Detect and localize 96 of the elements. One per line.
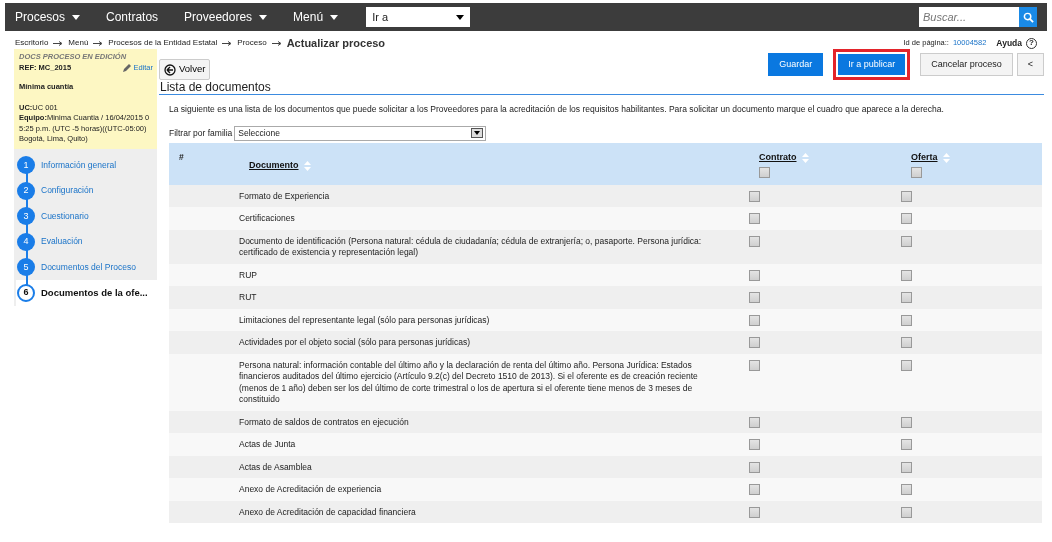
checkbox[interactable] xyxy=(749,461,760,473)
step-number: 1 xyxy=(17,156,35,175)
menu-item[interactable]: Menú xyxy=(293,8,339,26)
checkbox[interactable] xyxy=(901,213,912,225)
step-label: Documentos de la ofe... xyxy=(41,285,148,300)
arrow-icon xyxy=(222,40,233,46)
search-button[interactable] xyxy=(1019,7,1037,27)
step-number: 4 xyxy=(17,232,35,251)
action-button[interactable]: Ir a publicar xyxy=(833,49,911,80)
breadcrumb-link[interactable]: Escritorio xyxy=(15,37,49,49)
document-name: Certificaciones xyxy=(239,213,295,224)
checkbox[interactable] xyxy=(901,292,912,304)
checkbox[interactable] xyxy=(749,314,760,326)
checkbox[interactable] xyxy=(901,269,912,281)
checkbox[interactable] xyxy=(901,314,912,326)
document-name: Actas de Junta xyxy=(239,439,296,450)
document-name: RUP xyxy=(239,269,257,280)
checkbox[interactable] xyxy=(901,337,912,349)
step-label: Configuración xyxy=(41,184,94,198)
checkbox[interactable] xyxy=(749,416,760,428)
pencil-icon xyxy=(122,62,134,73)
arrow-icon xyxy=(271,40,282,46)
checkbox[interactable] xyxy=(901,439,912,451)
column-header[interactable]: Documento xyxy=(249,159,299,170)
step-item[interactable]: 6 Documentos de la ofe... xyxy=(16,280,157,306)
document-name: Formato de saldos de contratos en ejecución xyxy=(239,416,409,427)
step-item[interactable]: 1 Información general xyxy=(16,152,157,178)
checkbox[interactable] xyxy=(759,167,770,179)
step-number: 2 xyxy=(17,181,35,200)
document-name: Anexo de Acreditación de experiencia xyxy=(239,484,382,495)
filter-label: Filtrar por familia xyxy=(169,126,233,140)
step-label: Cuestionario xyxy=(41,209,89,223)
action-button[interactable]: < xyxy=(1016,53,1044,76)
step-number: 5 xyxy=(17,258,35,277)
checkbox[interactable] xyxy=(749,484,760,496)
checkbox[interactable] xyxy=(749,292,760,304)
sort-icon[interactable] xyxy=(303,160,311,171)
document-name: Limitaciones del representante legal (sólo para personas jurídicas) xyxy=(239,314,490,325)
help-link[interactable]: Ayuda xyxy=(996,36,1022,50)
document-name: Documento de identificación (Persona natural: cédula de ciudadanía; cédula de extranjería; o, pasaporte. Persona jurídica: certificado de existencia y representación legal) xyxy=(239,235,702,258)
checkbox[interactable] xyxy=(749,213,760,225)
checkbox[interactable] xyxy=(749,235,760,247)
intro-text: La siguiente es una lista de los documentos que puede solicitar a los Proveedores para la acreditación de los requisitos habilitantes. Para solicitar un documento marque el cuadro que aparece a la derecha. xyxy=(169,103,945,116)
checkbox[interactable] xyxy=(901,484,912,496)
sort-icon[interactable] xyxy=(942,152,950,163)
breadcrumb-link[interactable]: Menú xyxy=(68,37,89,49)
breadcrumb-link[interactable]: Procesos de la Entidad Estatal xyxy=(108,37,218,49)
filter-dropdown[interactable]: Seleccione xyxy=(234,125,487,141)
action-button[interactable]: Cancelar proceso xyxy=(920,53,1013,76)
column-header: # xyxy=(179,151,184,162)
checkbox[interactable] xyxy=(749,359,760,371)
checkbox[interactable] xyxy=(749,337,760,349)
section-title: Lista de documentos xyxy=(159,80,1044,95)
column-header[interactable]: Contrato xyxy=(759,151,797,162)
caret-icon xyxy=(456,14,465,20)
checkbox[interactable] xyxy=(901,190,912,202)
menu-item[interactable]: Proveedores xyxy=(184,8,268,26)
checkbox[interactable] xyxy=(749,269,760,281)
checkbox[interactable] xyxy=(911,167,922,179)
checkbox[interactable] xyxy=(901,506,912,518)
document-name: Persona natural: información contable del último año y la declaración de renta del último año. Persona Jurídica: Estados financieros auditados del último ejercicio (Artículo 9.2(c) del Decreto 1510 de 2013). Si el oferente es de creación reciente (menos de 1 año) deben ser los del último de corte trimestral o los de apertura si el oferente tiene menos de 3 meses de constituido xyxy=(239,359,698,405)
step-label: Documentos del Proceso xyxy=(41,260,136,274)
goto-dropdown[interactable]: Ir a xyxy=(366,7,471,27)
arrow-icon xyxy=(93,40,104,46)
checkbox[interactable] xyxy=(749,190,760,202)
step-item[interactable]: 2 Configuración xyxy=(16,178,157,204)
back-button[interactable]: Volver xyxy=(159,59,211,80)
step-number: 6 xyxy=(17,283,35,302)
document-name: Actas de Asamblea xyxy=(239,461,312,472)
column-header[interactable]: Oferta xyxy=(911,151,938,162)
step-item[interactable]: 4 Evaluación xyxy=(16,229,157,255)
step-label: Información general xyxy=(41,158,117,172)
checkbox[interactable] xyxy=(901,416,912,428)
checkbox[interactable] xyxy=(901,461,912,473)
breadcrumb-link[interactable]: Proceso xyxy=(237,37,267,49)
step-item[interactable]: 3 Cuestionario xyxy=(16,203,157,229)
menu-item[interactable]: Procesos xyxy=(15,8,81,26)
menu-item[interactable]: Contratos xyxy=(106,8,159,26)
step-number: 3 xyxy=(17,207,35,226)
search-icon xyxy=(1022,11,1034,23)
checkbox[interactable] xyxy=(749,506,760,518)
search-field[interactable]: Buscar... xyxy=(919,7,1019,27)
document-name: RUT xyxy=(239,292,257,303)
document-name: Actividades por el objeto social (sólo para personas jurídicas) xyxy=(239,337,471,348)
step-item[interactable]: 5 Documentos del Proceso xyxy=(16,254,157,280)
document-name: Anexo de Acreditación de capacidad financiera xyxy=(239,506,416,517)
arrow-icon xyxy=(53,40,64,46)
document-name: Formato de Experiencia xyxy=(239,190,330,201)
checkbox[interactable] xyxy=(901,359,912,371)
action-button[interactable]: Guardar xyxy=(768,53,824,76)
back-arrow-icon xyxy=(164,63,176,76)
checkbox[interactable] xyxy=(749,439,760,451)
page-title: Actualizar proceso xyxy=(286,35,386,51)
sort-icon[interactable] xyxy=(801,152,809,163)
checkbox[interactable] xyxy=(901,235,912,247)
step-label: Evaluación xyxy=(41,235,83,249)
